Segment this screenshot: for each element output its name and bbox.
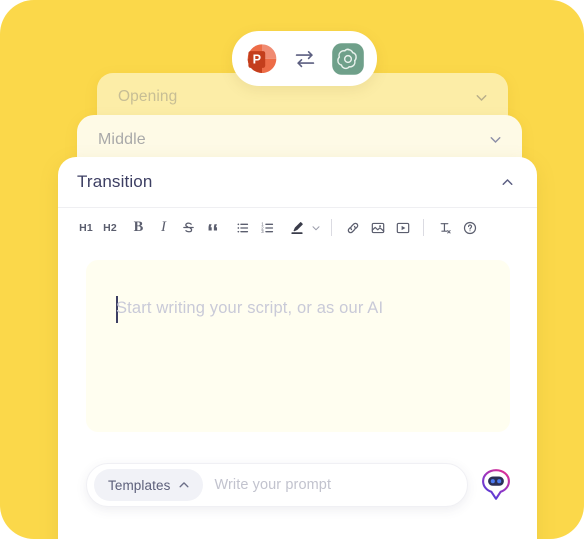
templates-label: Templates bbox=[108, 477, 171, 493]
accordion-title-transition: Transition bbox=[77, 172, 153, 191]
accordion-header-transition[interactable]: Transition bbox=[58, 157, 537, 208]
ai-bot-bubble-icon[interactable] bbox=[476, 465, 516, 505]
rich-text-toolbar: H1 H2 B I 1 2 3 bbox=[58, 208, 537, 247]
chevron-down-icon[interactable] bbox=[487, 131, 504, 148]
heading-2-button[interactable]: H2 bbox=[98, 215, 122, 240]
bold-button[interactable]: B bbox=[126, 215, 151, 240]
chevron-up-icon[interactable] bbox=[177, 478, 191, 492]
svg-text:3: 3 bbox=[261, 229, 264, 234]
toolbar-divider bbox=[331, 219, 332, 236]
accordion-title-middle: Middle bbox=[98, 130, 146, 148]
script-editor-placeholder: Start writing your script, or as our AI bbox=[116, 299, 384, 317]
strikethrough-button[interactable] bbox=[176, 215, 201, 240]
chatgpt-icon bbox=[331, 42, 365, 76]
swap-arrows-icon bbox=[292, 46, 318, 72]
italic-button[interactable]: I bbox=[151, 215, 176, 240]
bullet-list-button[interactable] bbox=[230, 215, 255, 240]
chevron-up-icon[interactable] bbox=[499, 174, 516, 191]
highlight-button[interactable] bbox=[284, 215, 309, 240]
insert-link-button[interactable] bbox=[340, 215, 365, 240]
script-editor[interactable]: Start writing your script, or as our AI bbox=[86, 260, 510, 432]
bold-label: B bbox=[133, 219, 144, 235]
insert-image-button[interactable] bbox=[365, 215, 390, 240]
prompt-input[interactable] bbox=[203, 477, 461, 493]
blockquote-button[interactable] bbox=[201, 215, 226, 240]
italic-label: I bbox=[161, 219, 166, 235]
templates-dropdown-button[interactable]: Templates bbox=[94, 469, 204, 501]
accordion-title-opening: Opening bbox=[118, 88, 178, 105]
screenshot-root: Opening Middle Transition H1 H2 B I 1 2 … bbox=[0, 0, 584, 539]
heading-1-label: H1 bbox=[79, 221, 93, 234]
heading-2-label: H2 bbox=[103, 221, 117, 234]
svg-text:P: P bbox=[252, 52, 260, 66]
chevron-down-icon[interactable] bbox=[473, 89, 490, 106]
heading-1-button[interactable]: H1 bbox=[74, 215, 98, 240]
ai-prompt-bar: Templates bbox=[86, 463, 468, 507]
chevron-down-icon[interactable] bbox=[309, 215, 323, 240]
powerpoint-icon: P bbox=[245, 42, 279, 76]
clear-format-button[interactable] bbox=[432, 215, 457, 240]
accordion-section-transition: Transition H1 H2 B I 1 2 3 Start writing… bbox=[58, 157, 537, 539]
toolbar-divider bbox=[423, 219, 424, 236]
help-button[interactable] bbox=[457, 215, 482, 240]
insert-video-button[interactable] bbox=[390, 215, 415, 240]
numbered-list-button[interactable]: 1 2 3 bbox=[255, 215, 280, 240]
app-connection-chip: P bbox=[232, 31, 377, 86]
